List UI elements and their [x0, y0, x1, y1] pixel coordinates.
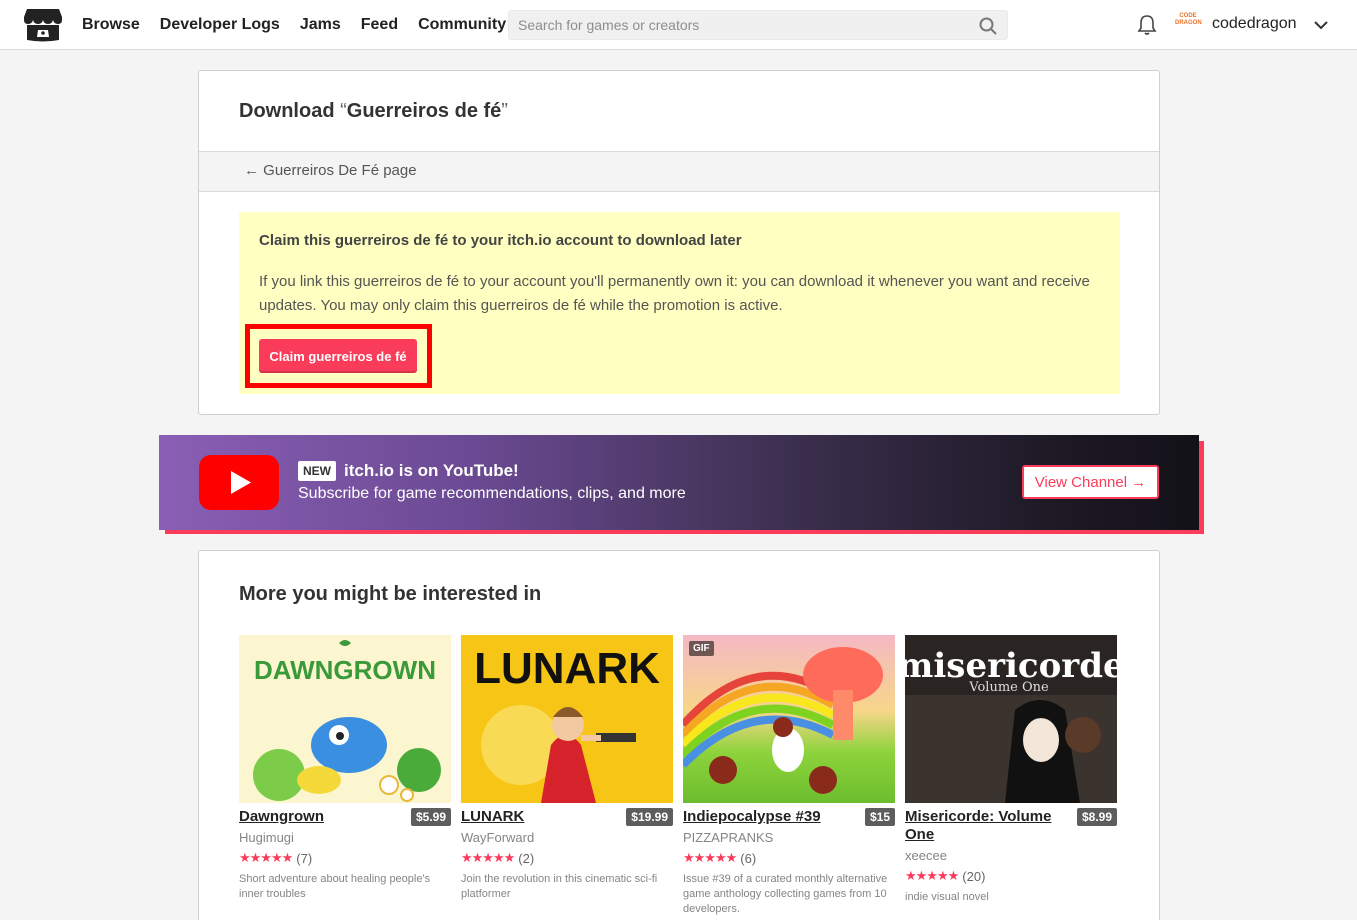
main-nav: Browse Developer Logs Jams Feed Communit… [82, 0, 506, 50]
dawngrown-art-icon: DAWNGROWN [253, 640, 441, 802]
download-card: Download “Guerreiros de fé” ← Guerreiros… [198, 70, 1160, 415]
youtube-logo-icon [199, 455, 279, 510]
misericorde-art-icon: misericorde Volume One [905, 646, 1117, 803]
itchio-logo-icon[interactable] [23, 7, 63, 43]
game-title[interactable]: Indiepocalypse #39 [683, 808, 843, 826]
avatar[interactable]: CODE DRAGON [1175, 13, 1202, 37]
username[interactable]: codedragon [1212, 15, 1297, 33]
game-rating: ★★★★★ (6) [683, 850, 895, 866]
game-thumbnail[interactable]: misericorde Volume One [905, 635, 1117, 803]
thumb-subtitle: Volume One [968, 680, 1049, 695]
search-icon[interactable] [979, 17, 997, 35]
rating-count: (7) [296, 850, 313, 866]
price-badge: $15 [864, 808, 895, 826]
back-bar: ← Guerreiros De Fé page [199, 151, 1159, 192]
chevron-down-icon[interactable] [1313, 18, 1329, 32]
game-thumbnail[interactable]: LUNARK [461, 635, 673, 803]
nav-developer-logs[interactable]: Developer Logs [160, 16, 280, 34]
nav-feed[interactable]: Feed [361, 16, 398, 34]
quote-open: “ [340, 100, 347, 122]
game-title-row: Dawngrown $5.99 [239, 808, 451, 826]
game-thumbnail[interactable]: DAWNGROWN [239, 635, 451, 803]
recommendations-card: More you might be interested in DAWNGROW… [198, 550, 1160, 920]
page-title: Download “Guerreiros de fé” [239, 100, 508, 123]
nav-community[interactable]: Community [418, 16, 506, 34]
game-rating: ★★★★★ (7) [239, 850, 451, 866]
rating-count: (2) [518, 850, 535, 866]
thumb-title: DAWNGROWN [254, 655, 436, 685]
title-prefix: Download [239, 100, 341, 122]
claim-button[interactable]: Claim guerreiros de fé [259, 339, 417, 373]
youtube-banner[interactable]: NEW itch.io is on YouTube! Subscribe for… [159, 435, 1199, 530]
rating-count: (6) [740, 850, 757, 866]
game-cell: LUNARK LUNARK $19.99 WayForward ★★★★★ (2… [461, 635, 673, 917]
site-header: Browse Developer Logs Jams Feed Communit… [0, 0, 1357, 50]
game-description: Issue #39 of a curated monthly alternati… [683, 873, 888, 915]
game-author[interactable]: PIZZAPRANKS [683, 830, 895, 845]
game-rating: ★★★★★ (20) [905, 868, 1117, 884]
claim-heading: Claim this guerreiros de fé to your itch… [259, 232, 742, 249]
price-badge: $19.99 [626, 808, 673, 826]
gif-badge: GIF [689, 641, 714, 656]
star-rating-icon: ★★★★★ [461, 850, 515, 865]
star-rating-icon: ★★★★★ [905, 868, 959, 883]
game-cell: misericorde Volume One Misericorde: Volu… [905, 635, 1117, 917]
game-title[interactable]: Misericorde: Volume One [905, 808, 1065, 844]
game-rating: ★★★★★ (2) [461, 850, 673, 866]
back-to-game-link[interactable]: ← Guerreiros De Fé page [244, 162, 417, 179]
game-thumbnail[interactable]: GIF [683, 635, 895, 803]
nav-browse[interactable]: Browse [82, 16, 140, 34]
claim-text: If you link this guerreiros de fé to you… [259, 273, 1090, 314]
search-input[interactable] [518, 11, 968, 39]
game-title[interactable]: Dawngrown [239, 808, 399, 826]
game-name: Guerreiros de fé [346, 100, 502, 122]
view-channel-button[interactable]: View Channel → [1022, 465, 1159, 499]
youtube-title: itch.io is on YouTube! [344, 461, 519, 480]
rating-count: (20) [962, 868, 986, 884]
nav-jams[interactable]: Jams [300, 16, 341, 34]
price-badge: $5.99 [410, 808, 451, 826]
thumb-title: LUNARK [474, 644, 660, 693]
game-title-row: Indiepocalypse #39 $15 [683, 808, 895, 826]
claim-box: Claim this guerreiros de fé to your itch… [239, 212, 1120, 394]
quote-close: ” [501, 100, 508, 122]
game-author[interactable]: Hugimugi [239, 830, 451, 845]
game-description: Join the revolution in this cinematic sc… [461, 873, 658, 900]
star-rating-icon: ★★★★★ [683, 850, 737, 865]
game-title[interactable]: LUNARK [461, 808, 621, 826]
search-bar [508, 10, 1008, 40]
game-author[interactable]: WayForward [461, 830, 673, 845]
game-cell: DAWNGROWN Dawngrown $5.99 Hugimugi ★★★★★… [239, 635, 451, 917]
game-title-row: Misericorde: Volume One $8.99 [905, 808, 1117, 844]
game-description: Short adventure about healing people's i… [239, 873, 431, 900]
star-rating-icon: ★★★★★ [239, 850, 293, 865]
price-badge: $8.99 [1076, 808, 1117, 826]
youtube-subtitle: Subscribe for game recommendations, clip… [298, 485, 686, 502]
recommendations-title: More you might be interested in [239, 583, 542, 605]
game-grid: DAWNGROWN Dawngrown $5.99 Hugimugi ★★★★★… [239, 635, 1117, 917]
game-title-row: LUNARK $19.99 [461, 808, 673, 826]
new-badge: NEW [298, 461, 336, 481]
game-author[interactable]: xeecee [905, 848, 1117, 863]
game-description: indie visual novel [905, 891, 989, 903]
bell-icon[interactable] [1137, 14, 1157, 36]
game-cell: GIF Indiepocalypse #39 $15 PIZZAPRANKS ★… [683, 635, 895, 917]
indiepocalypse-art-icon [683, 647, 883, 794]
lunark-art-icon: LUNARK [474, 644, 660, 803]
